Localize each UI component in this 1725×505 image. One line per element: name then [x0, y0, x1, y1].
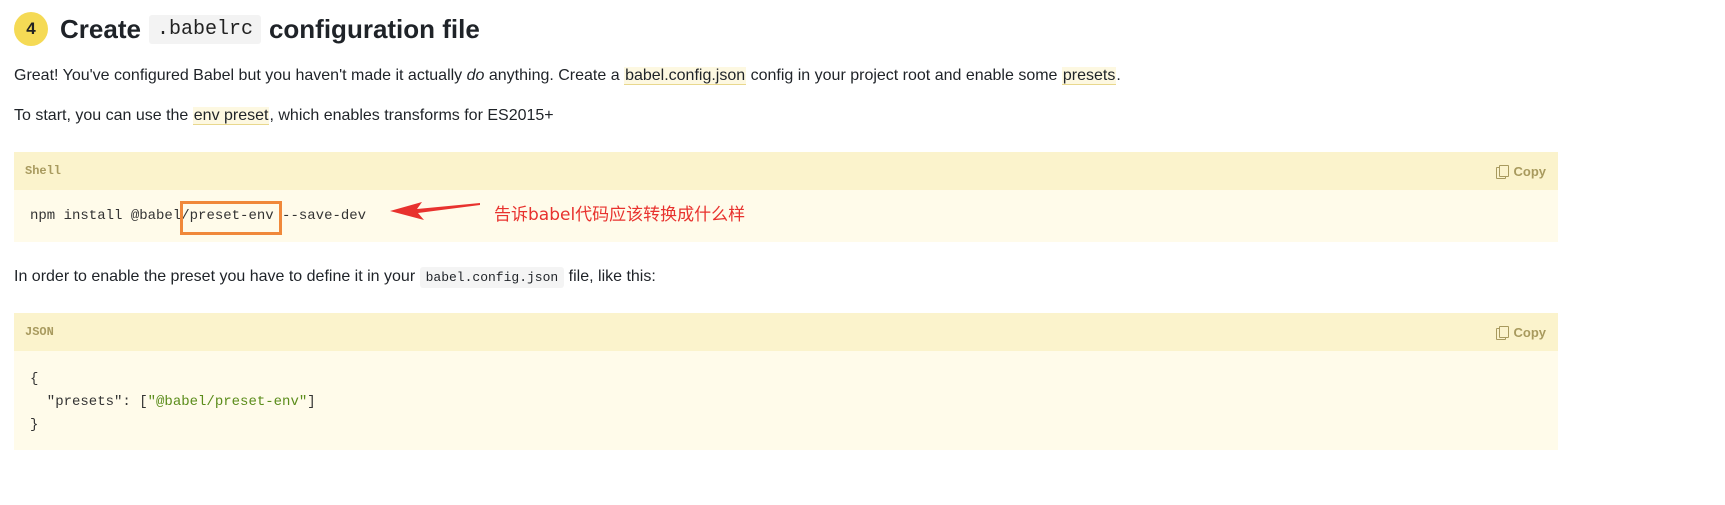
code-language-label: JSON: [25, 325, 54, 339]
code-language-label: Shell: [25, 164, 62, 178]
copy-button[interactable]: Copy: [1495, 324, 1547, 340]
annotation-text: 告诉babel代码应该转换成什么样: [494, 205, 746, 225]
title-text-before: Create: [60, 13, 141, 44]
code-line: "presets": ["@babel/preset-env"]: [30, 391, 1542, 414]
code-string: "@babel/preset-env": [147, 394, 308, 410]
env-preset-link[interactable]: env preset: [192, 107, 270, 125]
presets-link[interactable]: presets: [1061, 67, 1117, 85]
code-text: "presets": [: [30, 394, 148, 410]
code-content[interactable]: { "presets": ["@babel/preset-env"]}: [14, 351, 1558, 437]
code-block-header: JSON Copy: [14, 313, 1558, 351]
copy-icon: [1495, 164, 1509, 179]
text: To start, you can use the: [14, 107, 193, 124]
page: 4 Create .babelrc configuration file Gre…: [0, 0, 1725, 505]
copy-label: Copy: [1513, 163, 1547, 179]
copy-icon: [1495, 325, 1509, 340]
text: In order to enable the preset you have t…: [14, 268, 420, 285]
code-text: npm install @babel/: [30, 208, 190, 224]
copy-button[interactable]: Copy: [1495, 163, 1547, 179]
code-text: --save-dev: [273, 208, 367, 224]
code-text: ]: [307, 394, 316, 410]
title-text-after: configuration file: [268, 13, 480, 44]
annotation-arrow-icon: [390, 202, 480, 220]
text: Great! You've configured Babel but you h…: [14, 67, 467, 84]
intro-paragraph-2: To start, you can use the env preset, wh…: [14, 107, 554, 125]
inline-code: babel.config.json: [419, 267, 565, 288]
emphasis-text: do: [466, 67, 485, 84]
section-title: Create .babelrc configuration file: [60, 14, 480, 45]
json-code-block: JSON Copy { "presets": ["@babel/preset-e…: [14, 313, 1558, 450]
text: config in your project root and enable s…: [746, 67, 1062, 84]
text: .: [1116, 67, 1121, 84]
babel-config-link[interactable]: babel.config.json: [624, 67, 747, 85]
code-line: }: [30, 417, 39, 433]
step-number-badge: 4: [14, 12, 48, 46]
middle-paragraph: In order to enable the preset you have t…: [14, 267, 656, 288]
text: , which enables transforms for ES2015+: [269, 107, 554, 124]
highlight-box: [180, 201, 282, 235]
text: anything. Create a: [484, 67, 625, 84]
text: file, like this:: [564, 268, 656, 285]
step-heading: 4 Create .babelrc configuration file: [14, 10, 480, 48]
intro-paragraph-1: Great! You've configured Babel but you h…: [14, 67, 1121, 85]
code-block-header: Shell Copy: [14, 152, 1558, 190]
title-code: .babelrc: [148, 14, 261, 44]
copy-label: Copy: [1513, 324, 1547, 340]
code-line: {: [30, 371, 39, 387]
